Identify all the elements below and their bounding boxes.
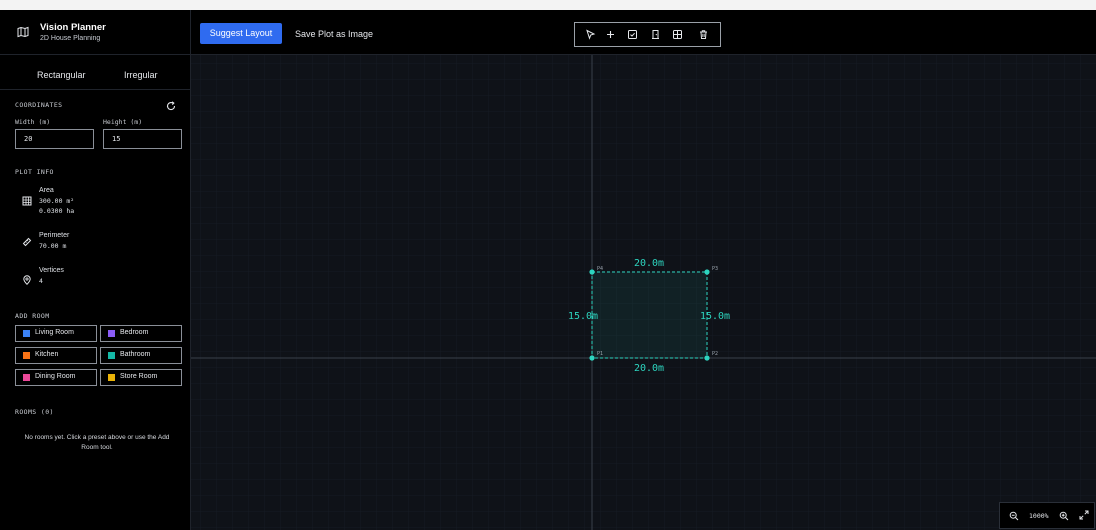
left-edge-length: 15.0m bbox=[568, 311, 598, 322]
add-store-room-button[interactable]: Store Room bbox=[100, 369, 182, 386]
app-title: Vision Planner bbox=[40, 22, 106, 33]
plot-canvas: P1 P2 P3 P4 20.0m 20.0m 15.0m 15.0m bbox=[191, 55, 1096, 530]
door-icon[interactable] bbox=[650, 29, 661, 40]
rooms-heading: ROOMS (0) bbox=[15, 408, 54, 416]
tab-irregular[interactable]: Irregular bbox=[124, 70, 158, 80]
add-bedroom-button[interactable]: Bedroom bbox=[100, 325, 182, 342]
kitchen-swatch bbox=[23, 352, 30, 359]
height-input[interactable] bbox=[103, 129, 182, 149]
vertex-label-p2: P2 bbox=[712, 351, 718, 357]
ruler-icon bbox=[22, 237, 32, 247]
trash-icon[interactable] bbox=[698, 29, 709, 40]
store-room-swatch bbox=[108, 374, 115, 381]
add-dining-room-button[interactable]: Dining Room bbox=[15, 369, 97, 386]
room-button-label: Dining Room bbox=[35, 373, 76, 380]
checkbox-icon[interactable] bbox=[627, 29, 638, 40]
vertices-value: 4 bbox=[39, 277, 43, 285]
vertices-title: Vertices bbox=[39, 267, 64, 274]
vertex-label-p1: P1 bbox=[597, 351, 603, 357]
brand-header: Vision Planner 2D House Planning bbox=[0, 10, 191, 55]
zoom-controls: 1000% bbox=[999, 502, 1095, 529]
perimeter-title: Perimeter bbox=[39, 232, 70, 239]
top-edge-length: 20.0m bbox=[634, 258, 664, 269]
vertex-label-p3: P3 bbox=[712, 266, 718, 272]
area-value: 300.00 m² bbox=[39, 197, 75, 205]
grid-icon[interactable] bbox=[672, 29, 683, 40]
bedroom-swatch bbox=[108, 330, 115, 337]
vertex-p1 bbox=[589, 355, 595, 361]
map-icon bbox=[17, 26, 29, 38]
drawing-canvas[interactable]: P1 P2 P3 P4 20.0m 20.0m 15.0m 15.0m 1000… bbox=[191, 55, 1096, 530]
tool-group bbox=[574, 22, 721, 47]
right-edge-length: 15.0m bbox=[700, 311, 730, 322]
coordinates-heading: COORDINATES bbox=[15, 101, 63, 109]
plot-shape bbox=[591, 271, 708, 359]
bottom-edge-length: 20.0m bbox=[634, 363, 664, 374]
top-toolbar: Suggest Layout Save Plot as Image bbox=[191, 10, 1096, 55]
room-button-label: Living Room bbox=[35, 329, 74, 336]
room-button-label: Kitchen bbox=[35, 351, 59, 358]
vertex-p4 bbox=[589, 269, 595, 275]
browser-top-strip bbox=[0, 0, 1096, 10]
reset-icon[interactable] bbox=[166, 101, 176, 111]
zoom-in-icon[interactable] bbox=[1059, 511, 1069, 521]
divider bbox=[0, 89, 191, 90]
room-button-label: Bedroom bbox=[120, 329, 149, 336]
height-label: Height (m) bbox=[103, 118, 143, 126]
vertex-p3 bbox=[704, 269, 710, 275]
app-subtitle: 2D House Planning bbox=[40, 35, 101, 42]
zoom-level: 1000% bbox=[1029, 512, 1049, 520]
add-kitchen-button[interactable]: Kitchen bbox=[15, 347, 97, 364]
bathroom-swatch bbox=[108, 352, 115, 359]
add-living-room-button[interactable]: Living Room bbox=[15, 325, 97, 342]
add-point-icon[interactable] bbox=[605, 29, 616, 40]
perimeter-value: 70.00 m bbox=[39, 242, 67, 250]
vertex-p2 bbox=[704, 355, 710, 361]
width-label: Width (m) bbox=[15, 118, 51, 126]
select-icon[interactable] bbox=[585, 29, 596, 40]
sidebar: Vision Planner 2D House Planning Rectang… bbox=[0, 10, 191, 530]
plot-info-heading: PLOT INFO bbox=[15, 168, 54, 176]
room-button-label: Bathroom bbox=[120, 351, 151, 358]
add-room-heading: ADD ROOM bbox=[15, 312, 50, 320]
living-room-swatch bbox=[23, 330, 30, 337]
save-plot-button[interactable]: Save Plot as Image bbox=[295, 29, 373, 39]
suggest-layout-button[interactable]: Suggest Layout bbox=[200, 23, 282, 44]
add-bathroom-button[interactable]: Bathroom bbox=[100, 347, 182, 364]
room-button-label: Store Room bbox=[120, 373, 158, 380]
area-hectares: 0.0300 ha bbox=[39, 207, 75, 215]
rooms-empty-message: No rooms yet. Click a preset above or us… bbox=[24, 434, 170, 451]
pin-icon bbox=[23, 275, 31, 285]
tab-rectangular[interactable]: Rectangular bbox=[37, 70, 86, 80]
dining-room-swatch bbox=[23, 374, 30, 381]
area-title: Area bbox=[39, 187, 54, 194]
width-input[interactable] bbox=[15, 129, 94, 149]
grid-icon bbox=[22, 196, 32, 206]
vertex-label-p4: P4 bbox=[597, 266, 603, 272]
fullscreen-icon[interactable] bbox=[1079, 510, 1089, 520]
zoom-out-icon[interactable] bbox=[1009, 511, 1019, 521]
